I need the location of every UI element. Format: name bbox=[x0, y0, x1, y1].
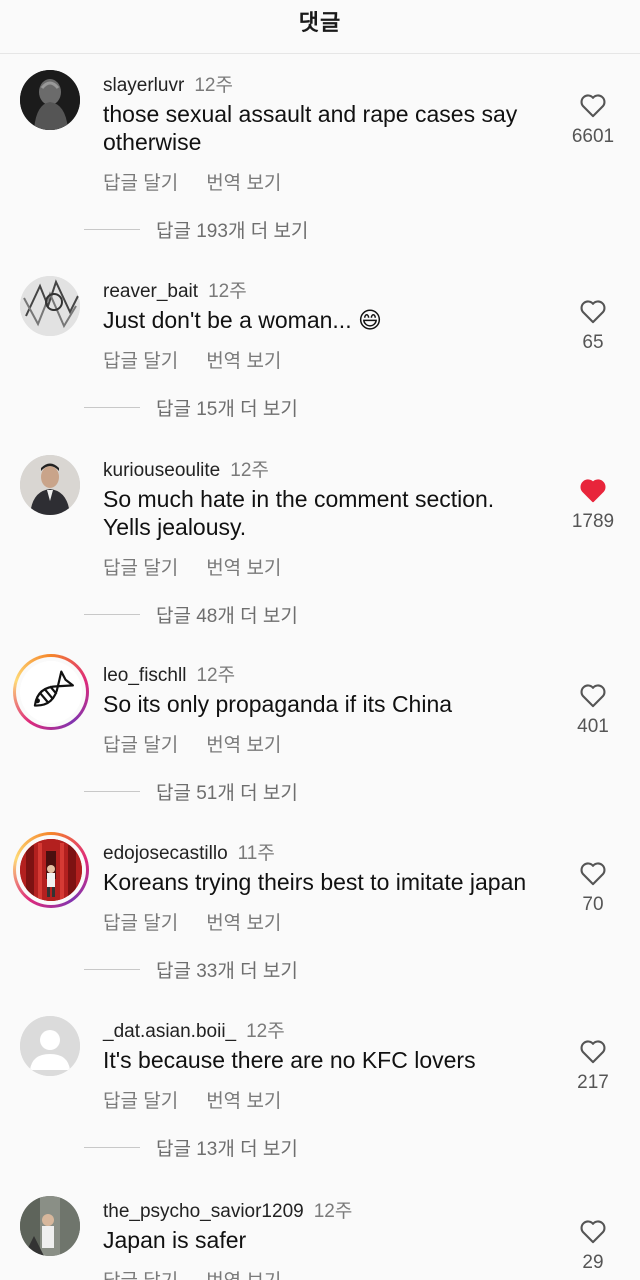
like-area: 65 bbox=[566, 298, 620, 354]
heart-filled-icon[interactable] bbox=[579, 477, 607, 503]
like-count: 70 bbox=[582, 894, 604, 915]
like-area: 6601 bbox=[566, 92, 620, 148]
like-count: 6601 bbox=[571, 126, 615, 147]
comment-actions: 답글 달기 번역 보기 bbox=[103, 730, 281, 757]
view-replies-button[interactable]: 답글 193개 더 보기 bbox=[84, 216, 308, 243]
avatar-image bbox=[20, 455, 80, 515]
comment-time: 12주 bbox=[313, 1201, 353, 1222]
replies-divider bbox=[84, 614, 140, 615]
page-title: 댓글 bbox=[298, 9, 342, 35]
comment-actions: 답글 달기 번역 보기 bbox=[103, 346, 281, 373]
comment-text: So its only propaganda if its China bbox=[103, 691, 453, 717]
avatar[interactable] bbox=[20, 1196, 80, 1256]
like-area: 70 bbox=[566, 860, 620, 916]
heart-icon[interactable] bbox=[579, 682, 607, 708]
comment-text: Just don't be a woman... 😄 bbox=[103, 307, 382, 333]
avatar[interactable] bbox=[20, 1016, 80, 1076]
comment-text: So much hate in the comment section. Yell… bbox=[103, 486, 495, 540]
view-replies-label: 답글 48개 더 보기 bbox=[156, 606, 298, 627]
view-replies-label: 답글 13개 더 보기 bbox=[156, 1139, 298, 1160]
reply-button[interactable]: 답글 달기 bbox=[103, 730, 178, 757]
comment-time: 12주 bbox=[196, 665, 236, 686]
translate-button[interactable]: 번역 보기 bbox=[206, 346, 281, 373]
comment-text: It's because there are no KFC lovers bbox=[103, 1047, 476, 1073]
avatar bbox=[20, 839, 82, 901]
reply-button[interactable]: 답글 달기 bbox=[103, 1266, 178, 1280]
heart-icon[interactable] bbox=[579, 1038, 607, 1064]
comment-username[interactable]: leo_fischll 12주 bbox=[103, 660, 235, 687]
heart-icon[interactable] bbox=[579, 1218, 607, 1244]
like-count: 65 bbox=[582, 332, 604, 353]
comment-username[interactable]: _dat.asian.boii_ 12주 bbox=[103, 1016, 285, 1043]
view-replies-button[interactable]: 답글 33개 더 보기 bbox=[84, 956, 298, 983]
reply-button[interactable]: 답글 달기 bbox=[103, 908, 178, 935]
reply-button[interactable]: 답글 달기 bbox=[103, 553, 178, 580]
avatar-image bbox=[20, 1196, 80, 1256]
avatar-image bbox=[20, 276, 80, 336]
heart-icon[interactable] bbox=[579, 92, 607, 118]
comment-time: 12주 bbox=[246, 1021, 285, 1042]
comment-username[interactable]: slayerluvr 12주 bbox=[103, 70, 233, 97]
comment-time: 11주 bbox=[237, 843, 275, 864]
comment-text: those sexual assault and rape cases say o… bbox=[103, 101, 518, 155]
view-replies-label: 답글 15개 더 보기 bbox=[156, 399, 298, 420]
avatar-image bbox=[20, 839, 82, 901]
comment-text: Japan is safer bbox=[103, 1227, 247, 1253]
translate-button[interactable]: 번역 보기 bbox=[206, 553, 281, 580]
comment-actions: 답글 달기 번역 보기 bbox=[103, 1086, 281, 1113]
comment-actions: 답글 달기 번역 보기 bbox=[103, 1266, 281, 1280]
like-area: 401 bbox=[566, 682, 620, 738]
comment-actions: 답글 달기 번역 보기 bbox=[103, 908, 281, 935]
comment-time: 12주 bbox=[230, 460, 269, 481]
comment-text: Koreans trying theirs best to imitate ja… bbox=[103, 869, 527, 895]
avatar-story-ring[interactable] bbox=[13, 654, 89, 730]
like-area: 217 bbox=[566, 1038, 620, 1094]
heart-icon[interactable] bbox=[579, 860, 607, 886]
view-replies-button[interactable]: 답글 15개 더 보기 bbox=[84, 394, 298, 421]
comment-username[interactable]: reaver_bait 12주 bbox=[103, 276, 247, 303]
comment-username[interactable]: the_psycho_savior1209 12주 bbox=[103, 1196, 352, 1223]
avatar bbox=[20, 661, 82, 723]
replies-divider bbox=[84, 791, 140, 792]
replies-divider bbox=[84, 229, 140, 230]
avatar-story-ring[interactable] bbox=[13, 832, 89, 908]
like-area: 1789 bbox=[566, 477, 620, 533]
default-avatar-icon bbox=[20, 1016, 80, 1076]
avatar[interactable] bbox=[20, 70, 80, 130]
like-count: 217 bbox=[577, 1072, 609, 1093]
comment-time: 12주 bbox=[208, 281, 247, 302]
translate-button[interactable]: 번역 보기 bbox=[206, 168, 281, 195]
fish-icon bbox=[20, 661, 82, 723]
comment-actions: 답글 달기 번역 보기 bbox=[103, 553, 281, 580]
view-replies-button[interactable]: 답글 13개 더 보기 bbox=[84, 1134, 298, 1161]
avatar[interactable] bbox=[20, 276, 80, 336]
translate-button[interactable]: 번역 보기 bbox=[206, 908, 281, 935]
replies-divider bbox=[84, 407, 140, 408]
avatar-image bbox=[20, 70, 80, 130]
view-replies-button[interactable]: 답글 51개 더 보기 bbox=[84, 778, 298, 805]
avatar[interactable] bbox=[20, 455, 80, 515]
comment-actions: 답글 달기 번역 보기 bbox=[103, 168, 281, 195]
replies-divider bbox=[84, 1147, 140, 1148]
translate-button[interactable]: 번역 보기 bbox=[206, 1266, 281, 1280]
like-area: 29 bbox=[566, 1218, 620, 1274]
like-count: 401 bbox=[577, 716, 609, 737]
like-count: 1789 bbox=[571, 511, 615, 532]
reply-button[interactable]: 답글 달기 bbox=[103, 346, 178, 373]
heart-icon[interactable] bbox=[579, 298, 607, 324]
view-replies-label: 답글 51개 더 보기 bbox=[156, 783, 298, 804]
replies-divider bbox=[84, 969, 140, 970]
view-replies-label: 답글 193개 더 보기 bbox=[156, 221, 309, 242]
view-replies-button[interactable]: 답글 48개 더 보기 bbox=[84, 601, 298, 628]
reply-button[interactable]: 답글 달기 bbox=[103, 168, 178, 195]
translate-button[interactable]: 번역 보기 bbox=[206, 730, 281, 757]
comment-username[interactable]: kuriouseoulite 12주 bbox=[103, 455, 269, 482]
reply-button[interactable]: 답글 달기 bbox=[103, 1086, 178, 1113]
header: 댓글 bbox=[0, 0, 640, 54]
like-count: 29 bbox=[582, 1252, 604, 1273]
comment-username[interactable]: edojosecastillo 11주 bbox=[103, 838, 275, 865]
view-replies-label: 답글 33개 더 보기 bbox=[156, 961, 298, 982]
translate-button[interactable]: 번역 보기 bbox=[206, 1086, 281, 1113]
comment-time: 12주 bbox=[194, 75, 233, 96]
